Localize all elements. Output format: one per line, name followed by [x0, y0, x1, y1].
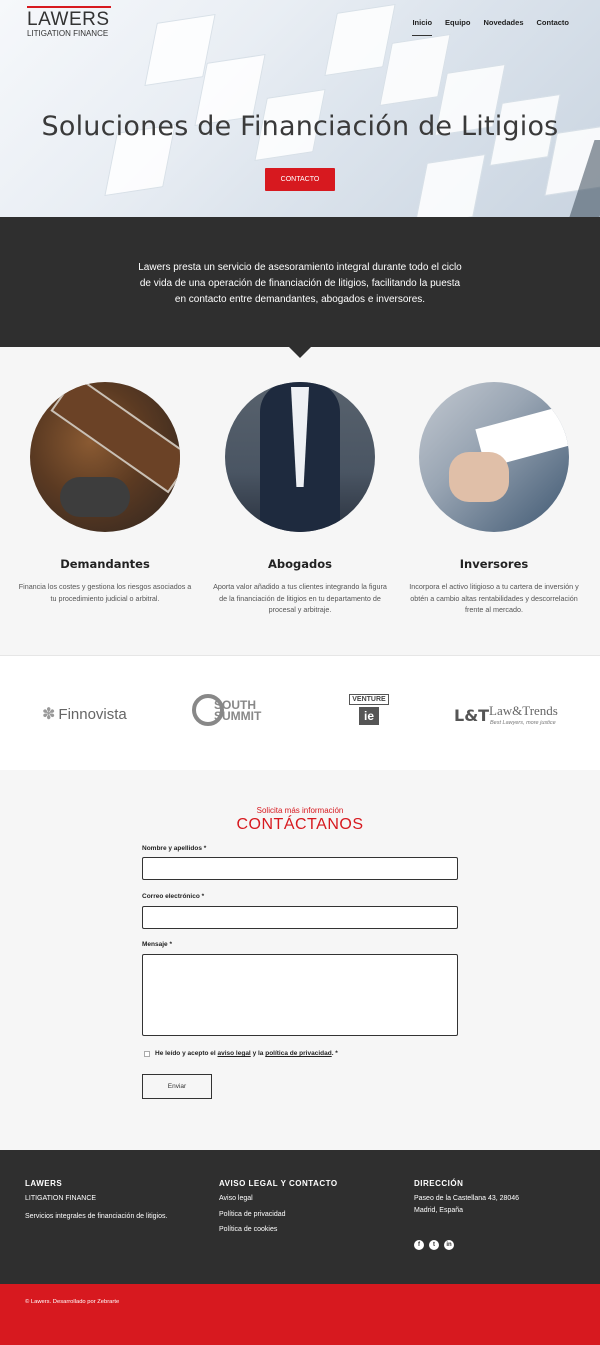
partner-logo-finnovista[interactable]: ✽ Finnovista — [42, 704, 127, 724]
copyright-bar: © Lawers. Desarrollado por Zebrarte — [0, 1284, 600, 1345]
footer-link-privacidad[interactable]: Política de privacidad — [219, 1209, 338, 1221]
footer: LAWERS LITIGATION FINANCE Servicios inte… — [0, 1150, 600, 1284]
section-arrow — [289, 347, 311, 358]
linkedin-icon[interactable]: in — [444, 1240, 454, 1250]
service-card-abogados: Abogados Aporta valor añadido a tus clie… — [210, 382, 390, 616]
consent-suffix: . * — [331, 1050, 338, 1057]
consent-row: He leído y acepto el aviso legal y la po… — [144, 1050, 338, 1057]
privacy-policy-link[interactable]: política de privacidad — [265, 1050, 331, 1057]
contact-section: Solicita más información CONTÁCTANOS Nom… — [0, 770, 600, 1150]
email-field[interactable] — [142, 906, 458, 929]
footer-text: Paseo de la Castellana 43, 28046 — [414, 1195, 520, 1202]
partner-logo-law-trends[interactable]: L&T Law&Trends Best Lawyers, more justic… — [454, 703, 558, 726]
logo-name: LAWERS — [27, 9, 110, 30]
service-image-abogados — [225, 382, 375, 532]
partner-name: Finnovista — [58, 706, 127, 723]
send-button[interactable]: Enviar — [142, 1074, 212, 1099]
footer-text: LITIGATION FINANCE — [25, 1195, 97, 1202]
footer-col-address: DIRECCIÓN Paseo de la Castellana 43, 280… — [414, 1178, 519, 1217]
hero-bg-shape — [379, 33, 451, 107]
partner-logo-venture[interactable]: VENTURE ie — [349, 694, 389, 734]
name-label: Nombre y apellidos * — [142, 845, 207, 852]
finnovista-icon: ✽ — [42, 706, 56, 723]
consent-prefix: He leído y acepto el — [155, 1050, 216, 1057]
service-text: Aporta valor añadido a tus clientes inte… — [213, 582, 387, 614]
nav-item-contacto[interactable]: Contacto — [537, 18, 570, 27]
service-title: Abogados — [267, 557, 332, 571]
facebook-icon[interactable]: f — [414, 1240, 424, 1250]
partner-name: Law&Trends — [489, 703, 558, 718]
services-section: Demandantes Financia los costes y gestio… — [0, 347, 600, 655]
main-nav: Inicio Equipo Novedades Contacto — [412, 18, 570, 36]
consent-text: He leído y acepto el aviso legal y la po… — [155, 1050, 338, 1057]
service-image-demandantes — [30, 382, 180, 532]
partner-tagline: Best Lawyers, more justice — [490, 720, 556, 726]
message-field[interactable] — [142, 954, 458, 1036]
nav-item-novedades[interactable]: Novedades — [483, 18, 523, 27]
footer-col-about: LAWERS LITIGATION FINANCE Servicios inte… — [25, 1178, 167, 1223]
logo-bar — [27, 6, 111, 8]
intro-section: Lawers presta un servicio de asesoramien… — [0, 217, 600, 347]
hero-bg-shape — [414, 153, 486, 217]
contact-title: CONTÁCTANOS — [236, 816, 364, 833]
intro-text: Lawers presta un servicio de asesoramien… — [138, 262, 462, 305]
lt-icon: L&T — [454, 706, 490, 725]
logo-subtitle: LITIGATION FINANCE — [27, 29, 109, 38]
legal-notice-link[interactable]: aviso legal — [218, 1050, 251, 1057]
consent-and: y la — [252, 1050, 264, 1057]
contact-subtitle: Solicita más información — [256, 806, 344, 815]
service-card-inversores: Inversores Incorpora el activo litigioso… — [404, 382, 584, 616]
copyright-text: © Lawers. Desarrollado por Zebrarte — [25, 1299, 120, 1305]
service-card-demandantes: Demandantes Financia los costes y gestio… — [15, 382, 195, 604]
footer-title: LAWERS — [25, 1179, 63, 1188]
name-field[interactable] — [142, 857, 458, 880]
service-text: Incorpora el activo litigioso a tu carte… — [409, 582, 579, 614]
hero-contact-button[interactable]: CONTACTO — [265, 168, 335, 191]
service-image-inversores — [419, 382, 569, 532]
hero-bg-shape — [324, 3, 396, 77]
footer-title: AVISO LEGAL Y CONTACTO — [219, 1179, 338, 1188]
message-label: Mensaje * — [142, 941, 172, 948]
footer-text: Servicios integrales de financiación de … — [25, 1213, 168, 1220]
ie-icon: ie — [359, 707, 379, 725]
social-links: f t in — [414, 1240, 454, 1250]
hero-title: Soluciones de Financiación de Litigios — [41, 111, 559, 142]
consent-checkbox[interactable] — [144, 1050, 150, 1057]
footer-col-legal: AVISO LEGAL Y CONTACTO Aviso legal Polít… — [219, 1178, 338, 1240]
twitter-icon[interactable]: t — [429, 1240, 439, 1250]
footer-link-cookies[interactable]: Política de cookies — [219, 1224, 338, 1236]
footer-text: Madrid, España — [414, 1207, 464, 1214]
nav-item-equipo[interactable]: Equipo — [445, 18, 470, 27]
footer-link-aviso-legal[interactable]: Aviso legal — [219, 1193, 338, 1205]
service-title: Demandantes — [60, 557, 150, 571]
partners-section: ✽ Finnovista SOUTH SUMMIT VENTURE ie L&T … — [0, 655, 600, 770]
partner-name: SOUTH SUMMIT — [214, 698, 262, 723]
email-label: Correo electrónico * — [142, 893, 205, 900]
service-title: Inversores — [459, 557, 529, 571]
nav-item-inicio[interactable]: Inicio — [412, 18, 432, 36]
footer-title: DIRECCIÓN — [414, 1179, 464, 1188]
brand-logo[interactable]: LAWERS LITIGATION FINANCE — [27, 6, 113, 39]
service-text: Financia los costes y gestiona los riesg… — [18, 582, 192, 603]
hero-section: LAWERS LITIGATION FINANCE Inicio Equipo … — [0, 0, 600, 217]
partner-logo-south-summit[interactable]: SOUTH SUMMIT — [192, 694, 272, 734]
partner-name: VENTURE — [349, 694, 389, 705]
